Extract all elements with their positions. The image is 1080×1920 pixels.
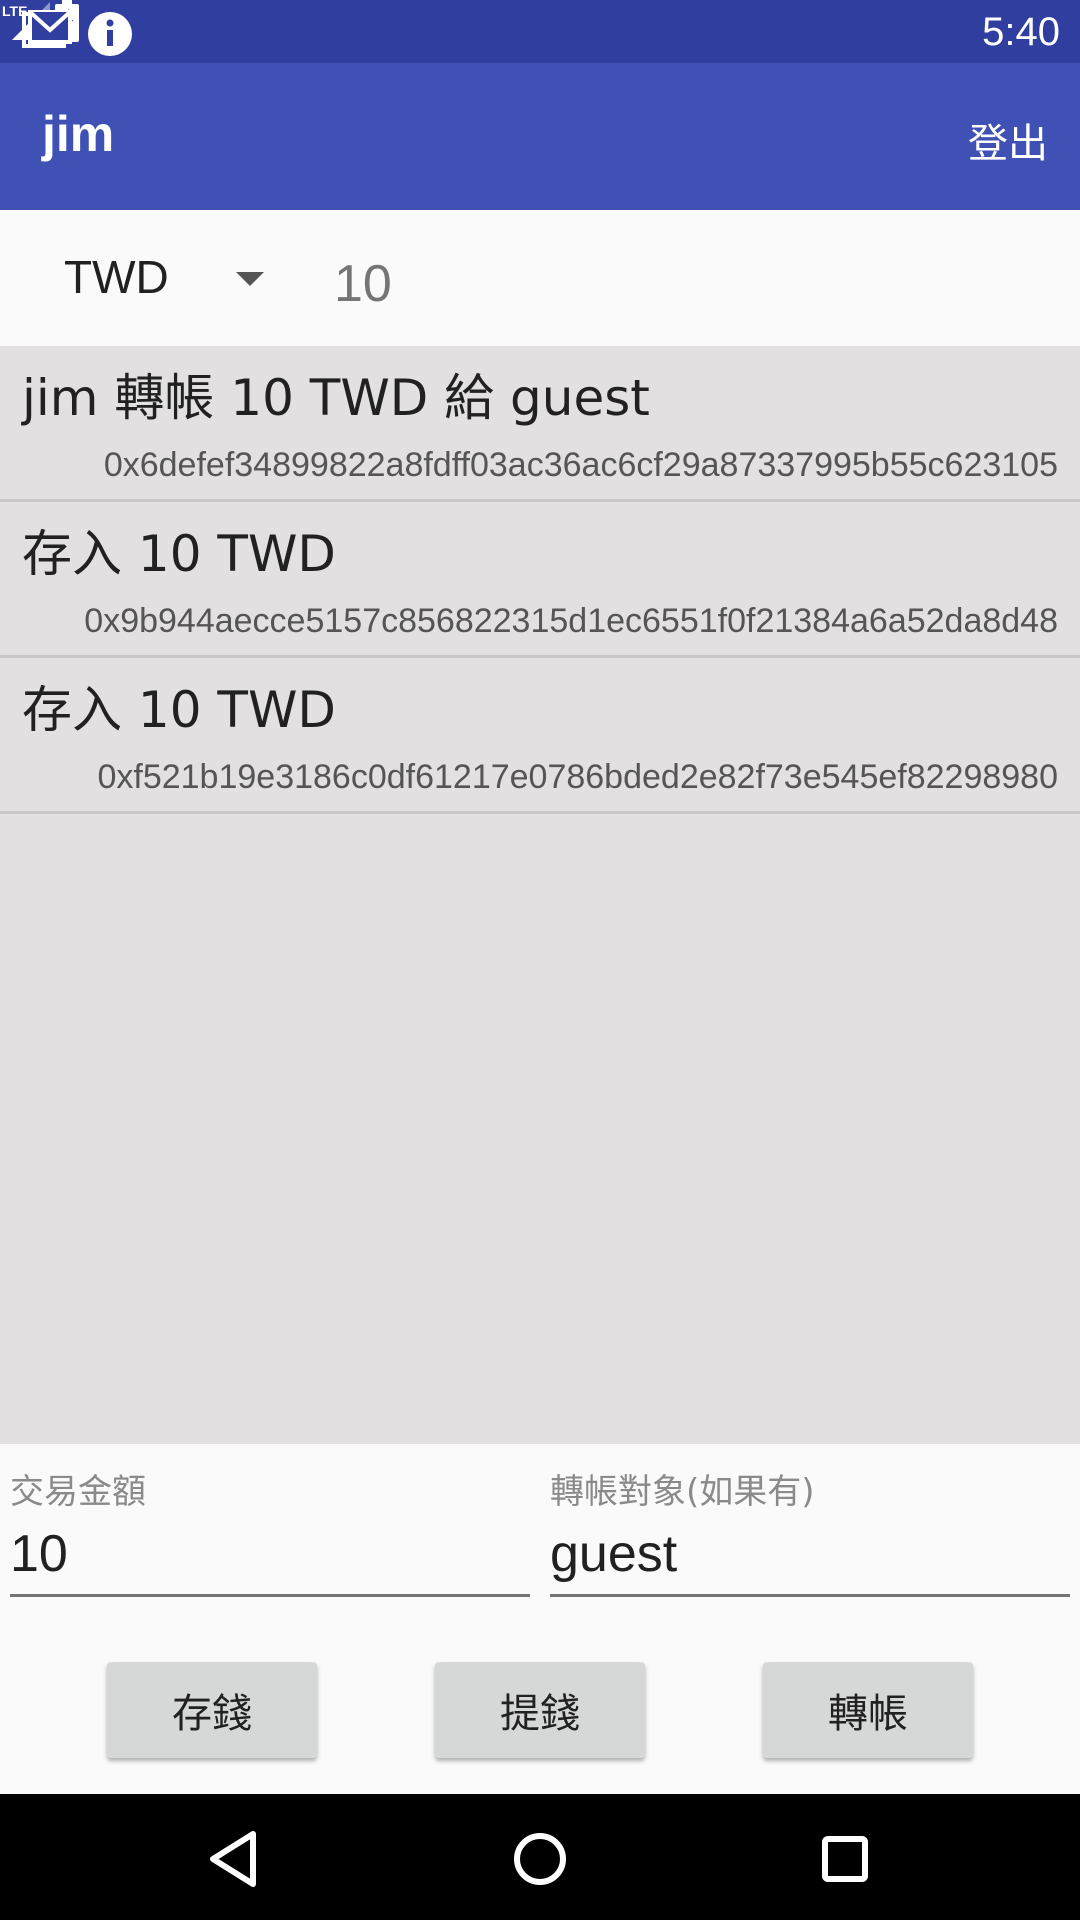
target-label: 轉帳對象(如果有)	[550, 1472, 815, 1512]
currency-value: TWD	[64, 251, 169, 303]
transaction-hash: 0x9b944aecce5157c856822315d1ec6551f0f213…	[84, 602, 1058, 640]
navigation-bar	[0, 1794, 1080, 1920]
transaction-form: 交易金額 轉帳對象(如果有) 存錢 提錢 轉帳	[0, 1444, 1080, 1794]
app-title: jim	[42, 106, 115, 162]
info-icon	[88, 12, 132, 56]
transaction-list[interactable]: jim 轉帳 10 TWD 給 guest 0x6defef34899822a8…	[0, 346, 1080, 1444]
currency-spinner[interactable]: TWD	[40, 240, 280, 320]
target-input[interactable]	[550, 1514, 1070, 1597]
mail-icon	[22, 10, 72, 48]
currency-row: TWD 10	[0, 210, 1080, 346]
list-item[interactable]: 存入 10 TWD 0xf521b19e3186c0df61217e0786bd…	[0, 658, 1080, 814]
app-bar: jim 登出	[0, 63, 1080, 210]
balance-value: 10	[334, 255, 392, 313]
home-icon[interactable]	[500, 1824, 580, 1894]
transaction-title: 存入 10 TWD	[22, 681, 336, 739]
list-item[interactable]: 存入 10 TWD 0x9b944aecce5157c856822315d1ec…	[0, 502, 1080, 658]
target-field-group: 轉帳對象(如果有)	[550, 1464, 1070, 1614]
transaction-hash: 0x6defef34899822a8fdff03ac36ac6cf29a8733…	[103, 446, 1058, 484]
back-icon[interactable]	[195, 1824, 275, 1894]
recents-icon[interactable]	[805, 1824, 885, 1894]
transaction-hash: 0xf521b19e3186c0df61217e0786bded2e82f73e…	[97, 758, 1058, 796]
dropdown-arrow-icon	[236, 272, 264, 286]
transaction-title: 存入 10 TWD	[22, 525, 336, 583]
amount-input[interactable]	[10, 1514, 530, 1597]
transaction-title: jim 轉帳 10 TWD 給 guest	[22, 369, 650, 427]
list-item[interactable]: jim 轉帳 10 TWD 給 guest 0x6defef34899822a8…	[0, 346, 1080, 502]
logout-button[interactable]: 登出	[968, 111, 1048, 169]
withdraw-button[interactable]: 提錢	[435, 1662, 645, 1758]
deposit-button[interactable]: 存錢	[107, 1662, 317, 1758]
amount-field-group: 交易金額	[10, 1464, 530, 1614]
amount-label: 交易金額	[10, 1472, 146, 1512]
status-time: 5:40	[982, 10, 1060, 54]
status-bar: LTE 5:40	[0, 0, 1080, 63]
transfer-button[interactable]: 轉帳	[763, 1662, 973, 1758]
